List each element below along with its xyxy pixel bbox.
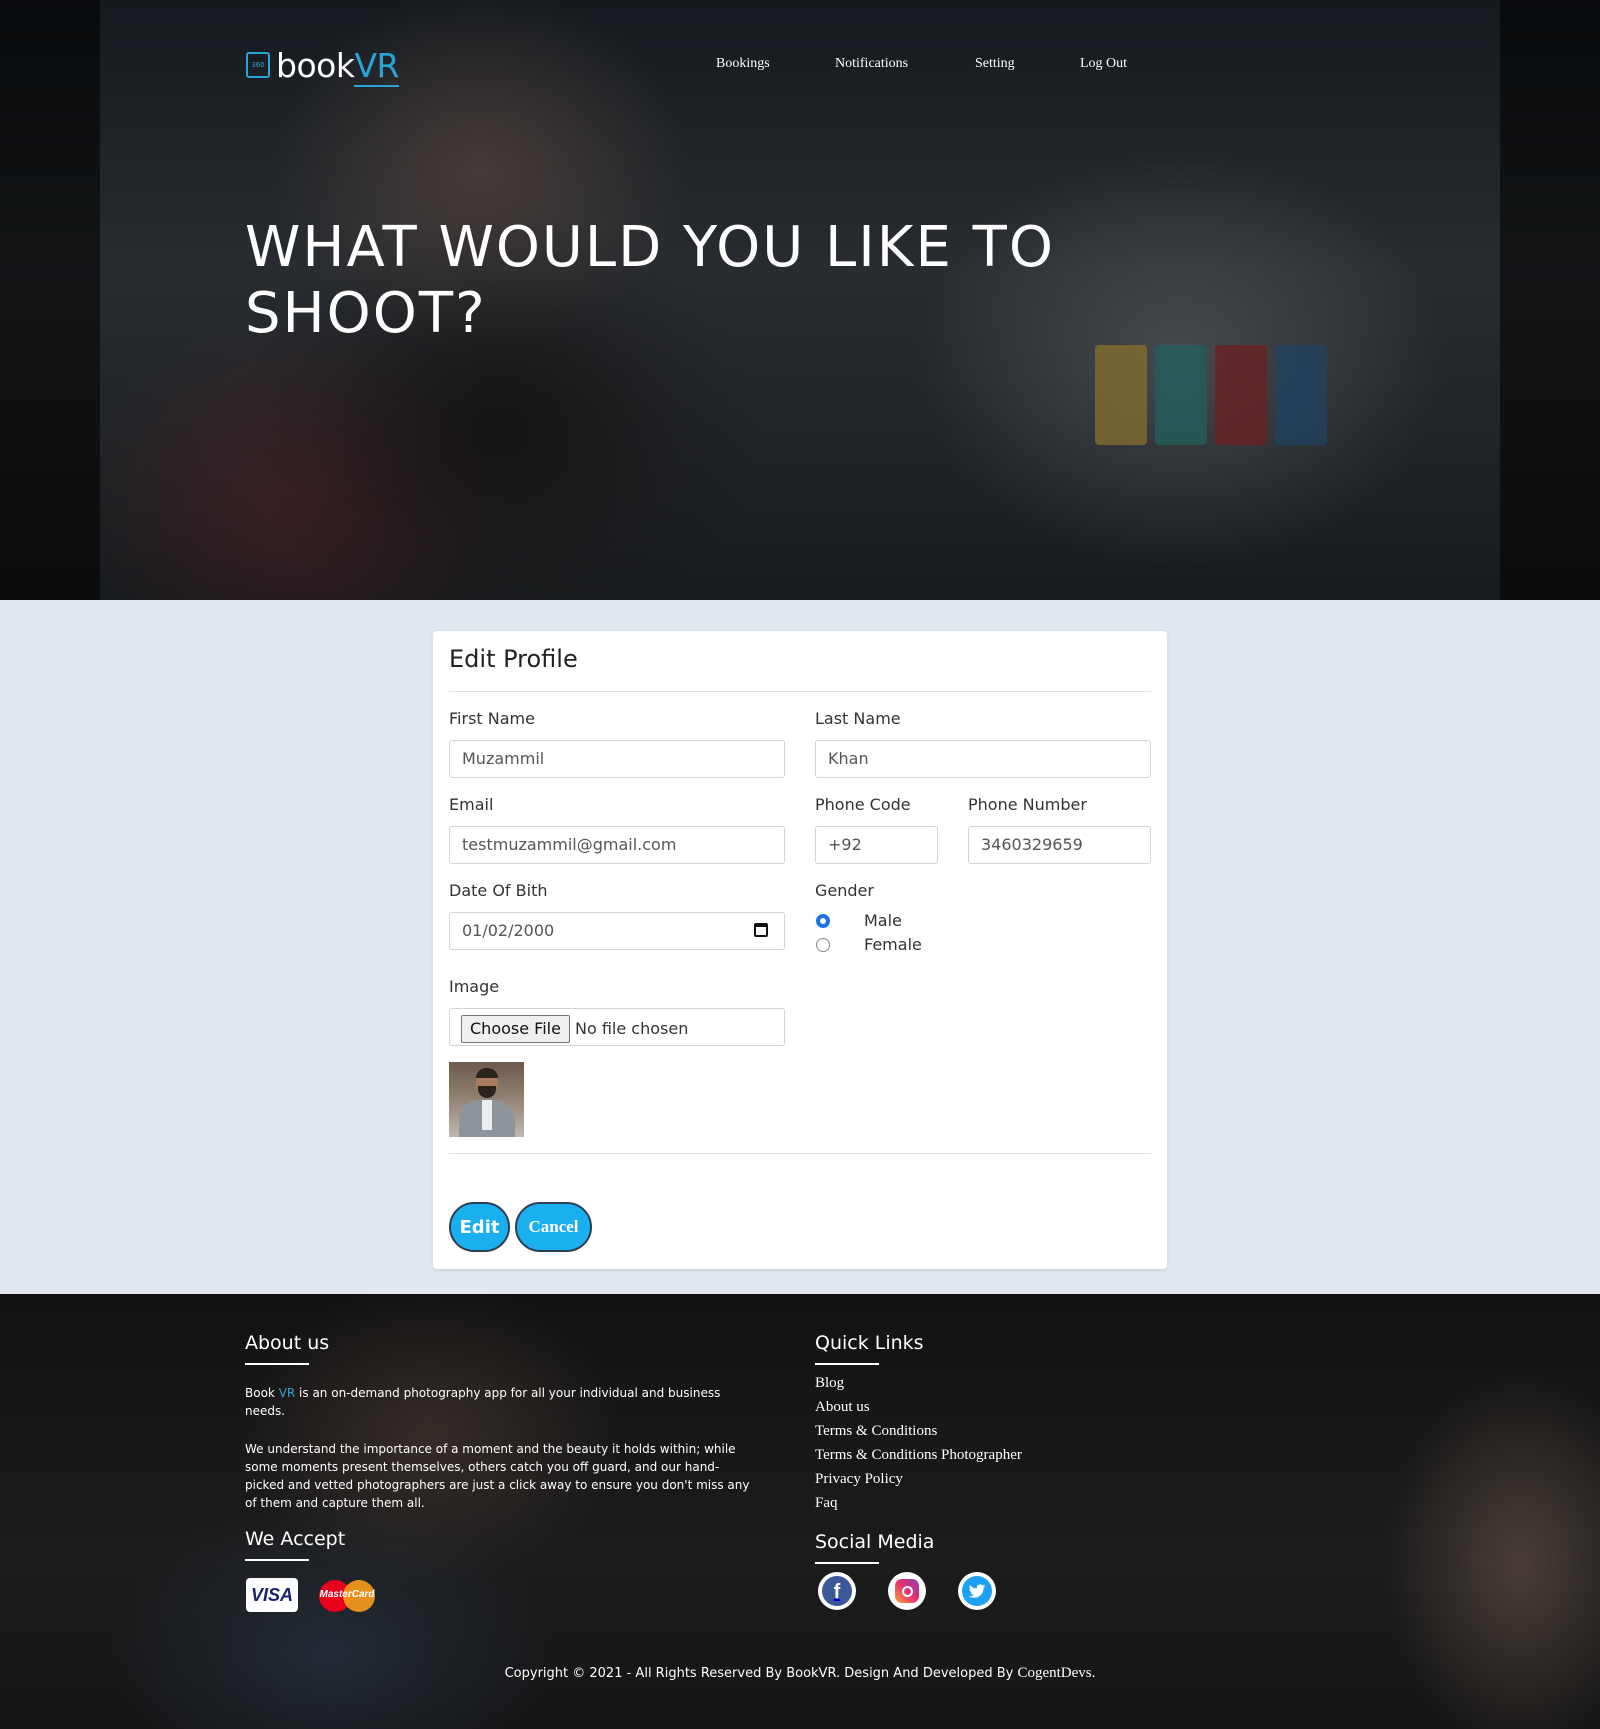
radio-female[interactable]	[816, 937, 830, 952]
radio-male[interactable]	[816, 913, 830, 928]
nav-log-out[interactable]: Log Out	[1080, 56, 1127, 72]
radio-male-label: Male	[864, 911, 902, 930]
hero-title: WHAT WOULD YOU LIKE TO SHOOT?	[245, 215, 1055, 346]
hero-banner: 360 bookVR Bookings Notifications Settin…	[0, 0, 1600, 600]
facebook-icon[interactable]: f	[818, 1572, 856, 1610]
edit-profile-card: Edit Profile First Name Muzammil Last Na…	[433, 631, 1167, 1269]
top-nav: Bookings Notifications Setting Log Out	[0, 56, 1600, 76]
about-paragraph-2: We understand the importance of a moment…	[245, 1442, 750, 1510]
quick-link-about-us[interactable]: About us	[815, 1399, 870, 1416]
email-input[interactable]: testmuzammil@gmail.com	[449, 826, 785, 864]
quick-link-terms-photographer[interactable]: Terms & Conditions Photographer	[815, 1447, 1022, 1464]
footer	[0, 1294, 1600, 1729]
phone-number-input[interactable]: 3460329659	[968, 826, 1151, 864]
we-accept-title: We Accept	[245, 1528, 346, 1550]
email-label: Email	[449, 795, 494, 814]
first-name-input[interactable]: Muzammil	[449, 740, 785, 778]
copyright-text: Copyright © 2021 - All Rights Reserved B…	[504, 1665, 1096, 1681]
choose-file-button[interactable]: Choose File	[461, 1015, 570, 1043]
first-name-label: First Name	[449, 709, 535, 728]
nav-setting[interactable]: Setting	[975, 56, 1015, 72]
radio-female-label: Female	[864, 935, 922, 954]
phone-code-label: Phone Code	[815, 795, 911, 814]
phone-code-input[interactable]: +92	[815, 826, 938, 864]
quick-link-terms[interactable]: Terms & Conditions	[815, 1423, 937, 1440]
phone-number-label: Phone Number	[968, 795, 1087, 814]
quick-link-blog[interactable]: Blog	[815, 1375, 844, 1392]
developer-link[interactable]: CogentDevs.	[1017, 1665, 1095, 1681]
twitter-icon[interactable]	[958, 1572, 996, 1610]
gender-option-male[interactable]: Male	[816, 911, 902, 930]
about-us-title: About us	[245, 1332, 330, 1354]
nav-bookings[interactable]: Bookings	[716, 56, 770, 72]
dob-label: Date Of Bith	[449, 881, 548, 900]
last-name-input[interactable]: Khan	[815, 740, 1151, 778]
edit-button[interactable]: Edit	[449, 1202, 510, 1252]
last-name-label: Last Name	[815, 709, 901, 728]
card-title: Edit Profile	[449, 645, 578, 673]
cancel-button[interactable]: Cancel	[515, 1202, 592, 1252]
calendar-icon[interactable]	[754, 923, 768, 937]
visa-icon: VISA	[246, 1578, 298, 1612]
mastercard-icon: MasterCard	[319, 1580, 375, 1612]
instagram-icon[interactable]	[888, 1572, 926, 1610]
image-label: Image	[449, 977, 500, 996]
dob-input[interactable]: 01/02/2000	[449, 912, 785, 950]
gender-option-female[interactable]: Female	[816, 935, 922, 954]
profile-image-preview	[449, 1062, 524, 1137]
quick-link-faq[interactable]: Faq	[815, 1495, 838, 1512]
footer-divider	[449, 1153, 1151, 1154]
about-paragraph-1: Book VR is an on-demand photography app …	[245, 1386, 721, 1418]
image-file-input[interactable]: Choose File No file chosen	[449, 1008, 785, 1046]
social-media-title: Social Media	[815, 1531, 935, 1553]
file-status: No file chosen	[575, 1019, 689, 1038]
header-divider	[449, 691, 1151, 692]
nav-notifications[interactable]: Notifications	[835, 56, 908, 72]
gender-label: Gender	[815, 881, 874, 900]
quick-links-title: Quick Links	[815, 1332, 924, 1354]
dob-value: 01/02/2000	[462, 921, 555, 940]
quick-link-privacy-policy[interactable]: Privacy Policy	[815, 1471, 903, 1488]
